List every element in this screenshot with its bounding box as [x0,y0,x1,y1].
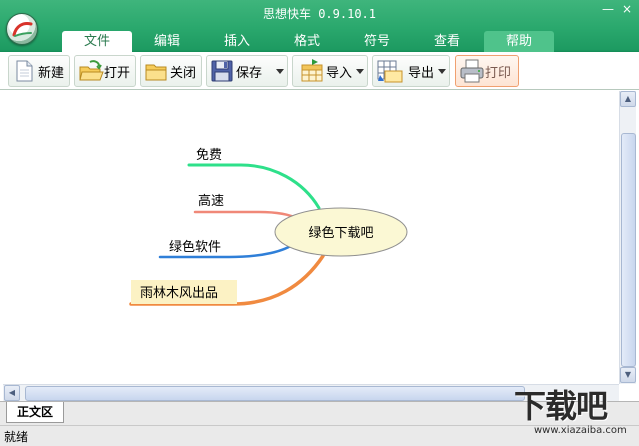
save-dropdown-arrow-icon[interactable] [276,69,284,74]
new-document-icon [12,59,36,83]
import-button[interactable]: 导入 [292,55,368,87]
close-window-button[interactable]: × [619,3,635,17]
open-folder-icon [78,59,104,83]
close-button-label: 关闭 [170,65,197,81]
export-button[interactable]: 导出 [372,55,450,87]
minimize-button[interactable]: — [600,3,616,17]
tab-help[interactable]: 帮助 [484,31,554,52]
save-button-label: 保存 [236,65,263,81]
window-title: 思想快车 0.9.10.1 [262,7,377,21]
scroll-up-arrow-icon[interactable]: ▲ [620,91,636,107]
export-dropdown-arrow-icon[interactable] [438,69,446,74]
watermark-url: www.xiazaiba.com [534,425,627,436]
open-button[interactable]: 打开 [74,55,136,87]
tab-view[interactable]: 查看 [412,31,482,52]
tab-symbol[interactable]: 符号 [342,31,412,52]
tab-insert[interactable]: 插入 [202,31,272,52]
window-controls: — × [600,3,635,17]
app-window: 思想快车 0.9.10.1 — × 文件 编辑 插入 格式 符号 查看 帮助 新… [0,0,639,446]
vertical-scroll-thumb[interactable] [621,133,636,367]
export-button-label: 导出 [408,65,435,81]
mindmap-diagram: 绿色下载吧 免费 高速 绿色软件 雨林木风出品 [129,148,408,306]
open-button-label: 打开 [104,65,131,81]
export-table-icon [376,59,403,83]
new-button-label: 新建 [38,65,65,81]
close-folder-icon [144,59,168,83]
print-button-label: 打印 [485,65,512,81]
toolbar: 新建 打开 关闭 保存 导入 导出 打印 [0,52,639,90]
branch-label-green-software: 绿色软件 [169,239,221,255]
central-topic-label: 绿色下载吧 [308,225,373,241]
close-button[interactable]: 关闭 [140,55,202,87]
vertical-scrollbar[interactable]: ▲ ▼ [619,91,636,384]
import-dropdown-arrow-icon[interactable] [356,69,364,74]
branch-connector-fast [193,210,300,221]
tab-format[interactable]: 格式 [272,31,342,52]
scroll-left-arrow-icon[interactable]: ◀ [4,385,20,401]
branch-label-free: 免费 [196,148,222,163]
new-button[interactable]: 新建 [8,55,70,87]
sheet-tab-body[interactable]: 正文区 [6,402,64,423]
branch-label-fast: 高速 [198,193,224,209]
save-disk-icon [210,59,234,83]
save-button[interactable]: 保存 [206,55,288,87]
tab-file[interactable]: 文件 [62,31,132,53]
tab-edit[interactable]: 编辑 [132,31,202,52]
horizontal-scroll-thumb[interactable] [25,386,525,401]
menu-tabs: 文件 编辑 插入 格式 符号 查看 帮助 [62,31,554,53]
watermark: 下载吧 www.xiazaiba.com [508,378,639,446]
mindmap-canvas[interactable]: 绿色下载吧 免费 高速 绿色软件 雨林木风出品 [3,91,619,383]
watermark-logo: 下载吧 [514,387,608,425]
print-button[interactable]: 打印 [455,55,519,87]
branch-label-rainforest: 雨林木风出品 [140,286,218,301]
status-text: 就绪 [4,430,29,444]
import-button-label: 导入 [326,65,353,81]
import-table-icon [296,59,323,83]
printer-icon [459,59,484,83]
